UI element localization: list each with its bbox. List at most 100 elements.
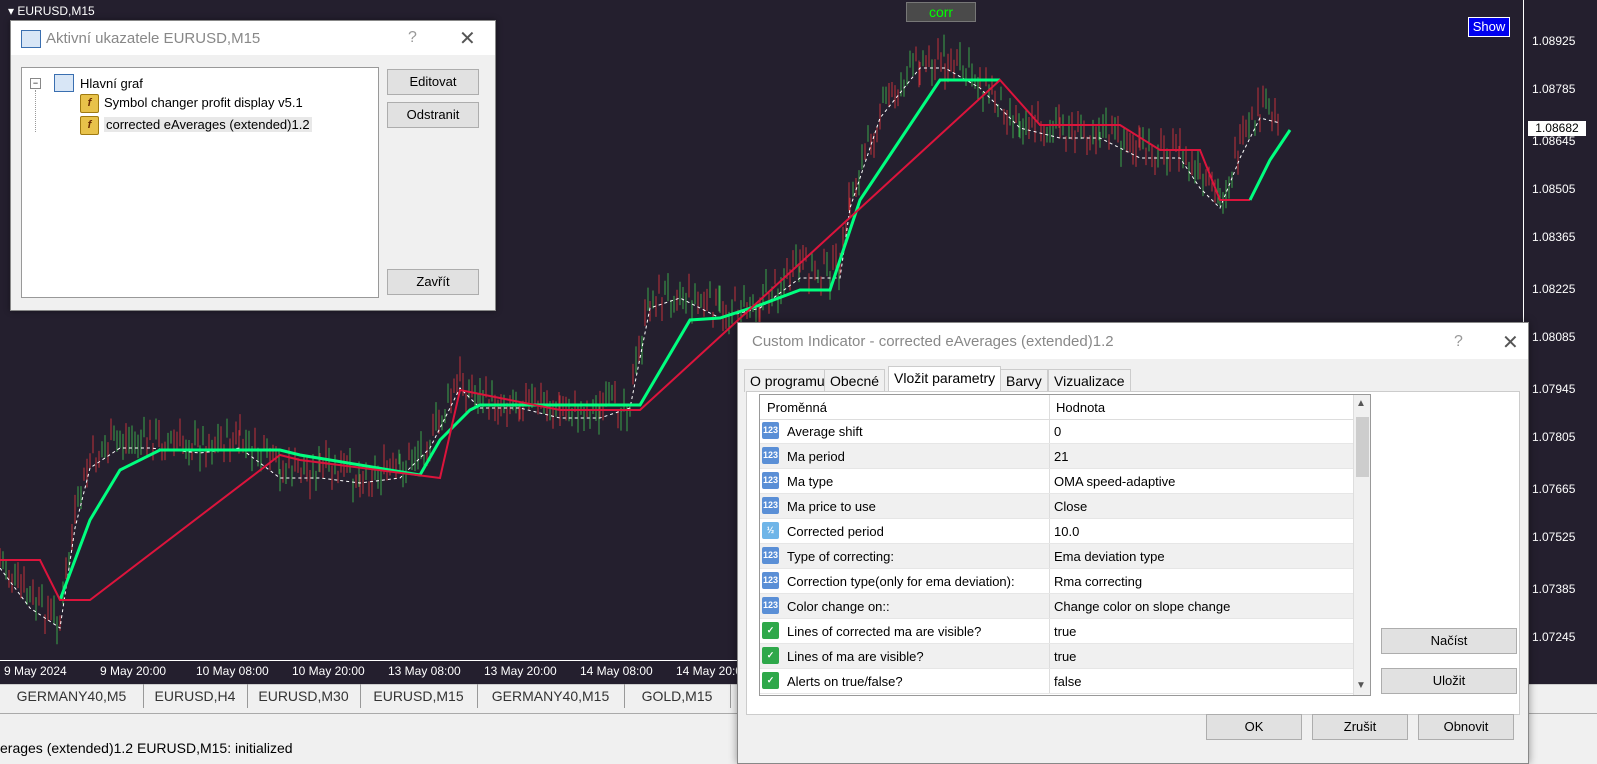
parameter-name: Ma price to use [787, 499, 876, 514]
integer-type-icon: 123 [762, 447, 779, 464]
grid-scrollbar[interactable]: ▲ ▼ [1353, 395, 1370, 695]
parameter-value[interactable]: true [1054, 649, 1076, 664]
chart-tab[interactable]: EURUSD,M15 [360, 684, 478, 708]
cell-divider [1049, 494, 1050, 518]
cancel-button[interactable]: Zrušit [1312, 714, 1408, 740]
parameter-value[interactable]: OMA speed-adaptive [1054, 474, 1175, 489]
parameter-name: Corrected period [787, 524, 884, 539]
tab-common[interactable]: Obecné [824, 369, 886, 392]
parameter-row[interactable]: ✓ Lines of ma are visible? true [760, 644, 1353, 669]
cell-divider [1049, 519, 1050, 543]
load-button[interactable]: Načíst [1381, 628, 1517, 654]
cell-divider [1049, 569, 1050, 593]
chevron-down-icon: ▾ [8, 4, 15, 18]
current-price-label: 1.08682 [1528, 121, 1586, 136]
parameter-value[interactable]: false [1054, 674, 1081, 689]
chart-tab[interactable]: GOLD,M15 [624, 684, 731, 708]
integer-type-icon: 123 [762, 422, 779, 439]
parameter-name: Lines of ma are visible? [787, 649, 924, 664]
parameter-row[interactable]: 123 Ma price to use Close [760, 494, 1353, 519]
help-icon[interactable]: ? [1454, 333, 1463, 351]
parameters-grid[interactable]: Proměnná Hodnota 123 Average shift 0 123 Ma … [759, 394, 1371, 696]
tab-visualization[interactable]: Vizualizace [1048, 369, 1131, 392]
tab-inputs[interactable]: Vložit parametry [888, 366, 1002, 392]
parameter-name: Average shift [787, 424, 863, 439]
corrected-ma-up-line [1248, 129, 1292, 201]
parameter-row[interactable]: 123 Type of correcting: Ema deviation type [760, 544, 1353, 569]
chart-tab[interactable]: GERMANY40,M15 [477, 684, 625, 708]
grid-header: Proměnná Hodnota [760, 395, 1353, 420]
time-tick-label: 9 May 20:00 [100, 664, 167, 678]
parameter-name: Lines of corrected ma are visible? [787, 624, 982, 639]
parameter-value[interactable]: Rma correcting [1054, 574, 1142, 589]
parameter-value[interactable]: Close [1054, 499, 1087, 514]
parameter-value[interactable]: 21 [1054, 449, 1068, 464]
chart-tab[interactable]: GERMANY40,M5 [0, 684, 144, 708]
tree-item-label: Symbol changer profit display v5.1 [104, 95, 303, 110]
collapse-icon[interactable]: − [30, 78, 41, 89]
price-tick-label: 1.07245 [1532, 630, 1576, 644]
chart-icon [54, 74, 74, 92]
parameter-name: Correction type(only for ema deviation): [787, 574, 1015, 589]
chart-tab[interactable]: EURUSD,H4 [143, 684, 248, 708]
scroll-thumb[interactable] [1356, 417, 1369, 477]
parameter-row[interactable]: ✓ Lines of corrected ma are visible? true [760, 619, 1353, 644]
price-tick-label: 1.08365 [1532, 230, 1576, 244]
ok-button[interactable]: OK [1206, 714, 1302, 740]
price-tick-label: 1.07945 [1532, 382, 1576, 396]
time-tick-label: 9 May 2024 [4, 664, 67, 678]
parameter-row[interactable]: ✓ Alerts on true/false? false [760, 669, 1353, 694]
remove-button[interactable]: Odstranit [387, 102, 479, 128]
indicator-tree[interactable]: − Hlavní graf f Symbol changer profit di… [21, 67, 379, 298]
time-tick-label: 10 May 20:00 [292, 664, 365, 678]
parameter-name: Type of correcting: [787, 549, 894, 564]
parameter-row[interactable]: 123 Ma period 21 [760, 444, 1353, 469]
parameter-value[interactable]: 10.0 [1054, 524, 1079, 539]
show-button[interactable]: Show [1468, 17, 1510, 37]
column-separator[interactable] [1049, 395, 1050, 419]
custom-indicator-icon: f [80, 116, 99, 135]
dialog-titlebar[interactable]: Aktivní ukazatele EURUSD,M15 ? ✕ [11, 21, 495, 55]
price-tick-label: 1.07525 [1532, 530, 1576, 544]
scroll-up-icon[interactable]: ▲ [1356, 398, 1366, 409]
price-tick-label: 1.08785 [1532, 82, 1576, 96]
parameter-row[interactable]: 123 Correction type(only for ema deviatio… [760, 569, 1353, 594]
parameter-value[interactable]: 0 [1054, 424, 1061, 439]
tree-item-label: corrected eAverages (extended)1.2 [104, 117, 312, 132]
corr-button[interactable]: corr [906, 2, 976, 22]
tab-about[interactable]: O programu [744, 369, 831, 392]
dialog-titlebar[interactable]: Custom Indicator - corrected eAverages (… [738, 323, 1528, 359]
close-icon[interactable]: ✕ [459, 26, 476, 51]
parameter-value[interactable]: Change color on slope change [1054, 599, 1230, 614]
close-icon[interactable]: ✕ [1502, 330, 1519, 355]
cell-divider [1049, 444, 1050, 468]
cell-divider [1049, 594, 1050, 618]
dialog-title: Aktivní ukazatele EURUSD,M15 [46, 30, 261, 47]
parameter-row[interactable]: 123 Ma type OMA speed-adaptive [760, 469, 1353, 494]
custom-indicator-icon: f [80, 94, 99, 113]
close-button[interactable]: Zavřít [387, 269, 479, 295]
price-tick-label: 1.07385 [1532, 582, 1576, 596]
chart-tab[interactable]: EURUSD,M30 [247, 684, 361, 708]
col-value[interactable]: Hodnota [1056, 400, 1105, 415]
parameter-row[interactable]: 123 Average shift 0 [760, 419, 1353, 444]
edit-button[interactable]: Editovat [387, 69, 479, 95]
parameter-value[interactable]: true [1054, 624, 1076, 639]
scroll-down-icon[interactable]: ▼ [1356, 680, 1366, 691]
col-variable[interactable]: Proměnná [767, 400, 827, 415]
indicators-window-icon [21, 30, 41, 48]
parameter-name: Color change on:: [787, 599, 890, 614]
save-button[interactable]: Uložit [1381, 668, 1517, 694]
cell-divider [1049, 419, 1050, 443]
parameter-name: Ma period [787, 449, 845, 464]
parameter-row[interactable]: 123 Color change on:: Change color on slop… [760, 594, 1353, 619]
chart-symbol-label[interactable]: ▾ EURUSD,M15 [8, 4, 95, 18]
reset-button[interactable]: Obnovit [1418, 714, 1514, 740]
tab-colors[interactable]: Barvy [1000, 369, 1048, 392]
parameter-row[interactable]: ½ Corrected period 10.0 [760, 519, 1353, 544]
parameter-value[interactable]: Ema deviation type [1054, 549, 1165, 564]
cell-divider [1049, 469, 1050, 493]
help-icon[interactable]: ? [408, 29, 417, 47]
time-tick-label: 13 May 08:00 [388, 664, 461, 678]
integer-type-icon: 123 [762, 472, 779, 489]
